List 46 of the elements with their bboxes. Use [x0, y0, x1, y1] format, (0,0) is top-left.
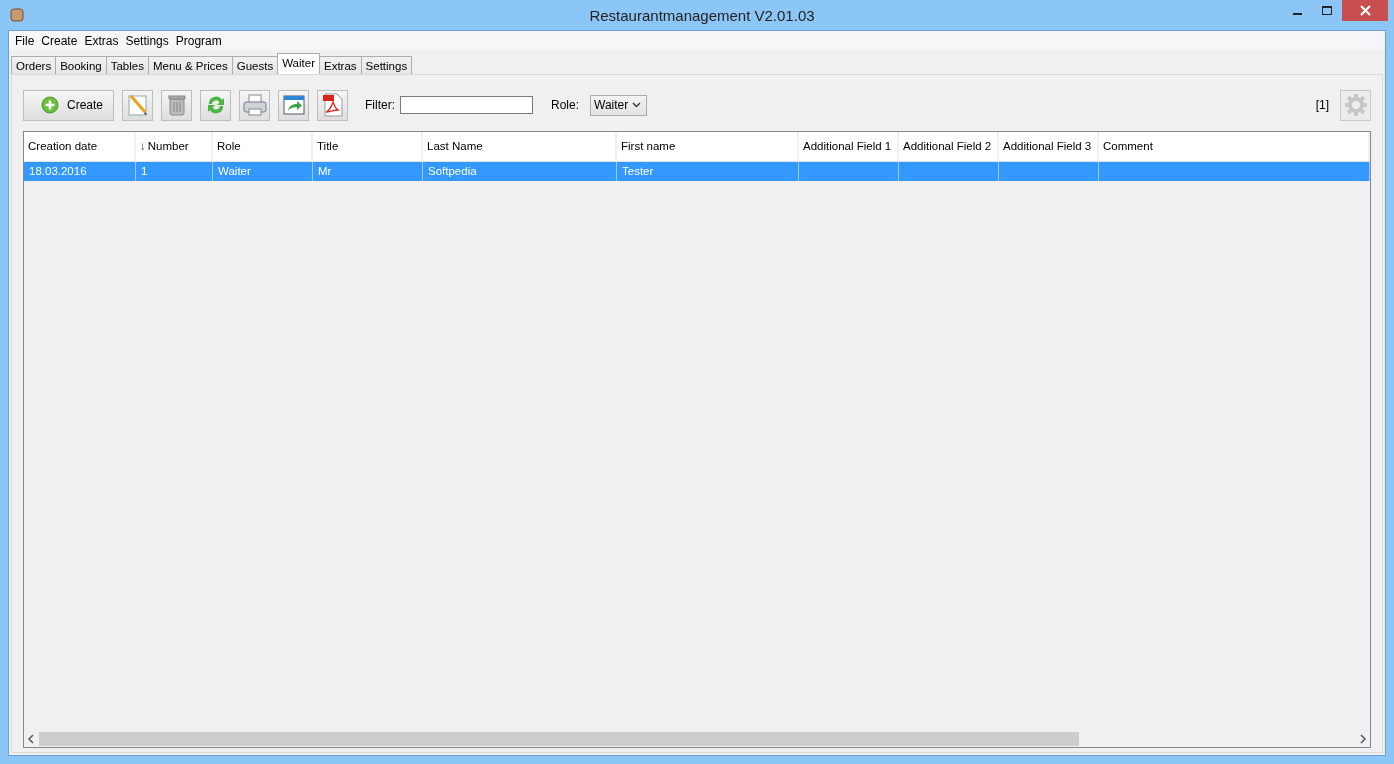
export-icon: [281, 93, 306, 117]
tab[interactable]: Menu & Prices: [147, 56, 233, 74]
record-count: [1]: [1315, 98, 1329, 112]
pdf-icon: [320, 92, 345, 118]
table-cell: Waiter: [218, 165, 251, 177]
table-cell: Tester: [622, 165, 654, 177]
plus-icon: [41, 96, 59, 114]
create-button[interactable]: Create: [23, 89, 114, 121]
export-button[interactable]: [278, 89, 309, 121]
table-cell: 1: [141, 165, 148, 177]
close-icon: [1359, 5, 1371, 16]
menu-item[interactable]: Extras: [81, 33, 123, 48]
app-icon: [10, 8, 24, 22]
scroll-left-icon[interactable]: [27, 734, 35, 744]
printer-icon: [241, 93, 268, 117]
tab[interactable]: Tables: [105, 56, 149, 74]
chevron-down-icon: [632, 102, 641, 108]
close-button[interactable]: [1342, 0, 1388, 21]
edit-button[interactable]: [122, 89, 153, 121]
minimize-icon: [1292, 13, 1302, 15]
menu-item[interactable]: Settings: [122, 33, 173, 48]
window-title: Restaurantmanagement V2.01.03: [589, 6, 815, 24]
filter-label: Filter:: [365, 98, 395, 112]
table-cell: 18.03.2016: [29, 165, 87, 177]
filter-field[interactable]: [400, 96, 533, 114]
menu-item[interactable]: Create: [38, 33, 82, 48]
menu-item[interactable]: File: [12, 33, 39, 48]
scroll-right-icon[interactable]: [1359, 734, 1367, 744]
tab[interactable]: Booking: [55, 56, 107, 74]
pencil-icon: [125, 93, 150, 117]
tab[interactable]: Settings: [360, 56, 413, 74]
table-cell: Mr: [318, 165, 332, 177]
trash-button[interactable]: [161, 89, 192, 121]
table-cell: Softpedia: [428, 165, 477, 177]
tab[interactable]: Orders: [11, 56, 57, 74]
print-button[interactable]: [239, 89, 270, 121]
role-label: Role:: [551, 98, 579, 112]
refresh-button[interactable]: [200, 89, 231, 121]
menu-item[interactable]: Program: [172, 33, 226, 48]
tab[interactable]: Extras: [319, 56, 362, 74]
role-dropdown[interactable]: Waiter: [590, 94, 647, 116]
tab[interactable]: Guests: [231, 56, 279, 74]
maximize-icon: [1322, 5, 1332, 16]
gear-icon: [1343, 93, 1368, 117]
tab[interactable]: Waiter: [277, 53, 320, 74]
pdf-button[interactable]: [317, 89, 348, 121]
